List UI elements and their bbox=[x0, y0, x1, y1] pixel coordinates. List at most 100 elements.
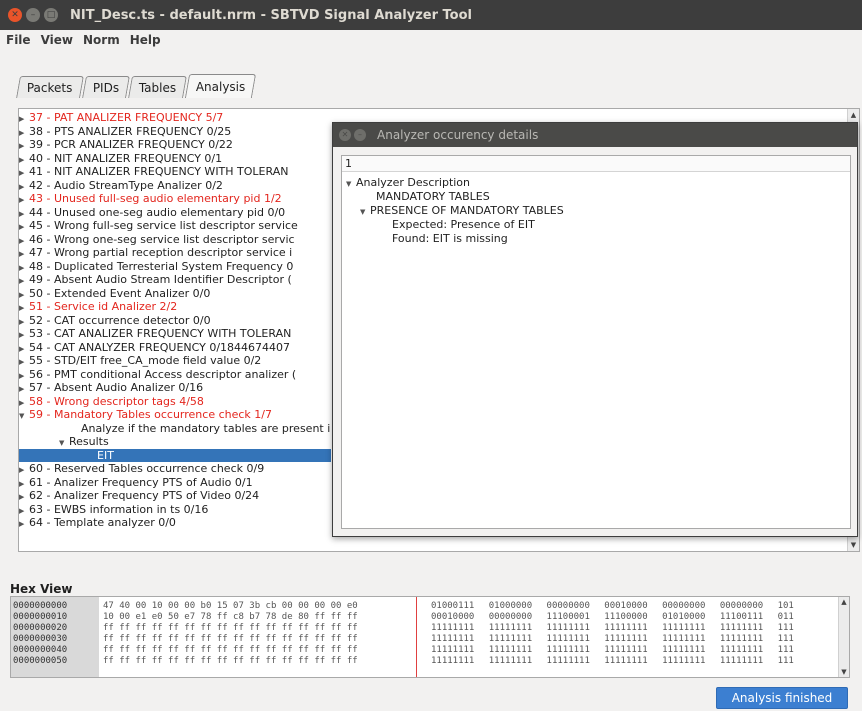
tree-item[interactable]: ▶ 40 - NIT ANALIZER FREQUENCY 0/1 bbox=[19, 152, 222, 165]
tree-item[interactable]: ▶ 50 - Extended Event Analizer 0/0 bbox=[19, 287, 210, 300]
scroll-down-icon[interactable]: ▼ bbox=[848, 539, 859, 551]
hex-row[interactable]: 0000000020 ff ff ff ff ff ff ff ff ff ff … bbox=[11, 623, 841, 633]
hex-row[interactable]: 0000000050 ff ff ff ff ff ff ff ff ff ff … bbox=[11, 656, 841, 666]
hex-row[interactable]: 0000000000 47 40 00 10 00 00 b0 15 07 3b … bbox=[11, 601, 841, 611]
tree-item[interactable]: ▶ 38 - PTS ANALIZER FREQUENCY 0/25 bbox=[19, 125, 231, 138]
details-item[interactable]: Expected: Presence of EIT bbox=[392, 218, 535, 232]
details-item-label: PRESENCE OF MANDATORY TABLES bbox=[370, 204, 564, 217]
tree-item[interactable]: ▼ 59 - Mandatory Tables occurrence check … bbox=[19, 408, 272, 421]
hex-offset: 0000000030 bbox=[13, 634, 68, 644]
details-column-header[interactable]: 1 bbox=[342, 156, 850, 172]
hex-binary: 11111111 11111111 11111111 11111111 1111… bbox=[431, 645, 794, 655]
hex-view[interactable]: 0000000000 47 40 00 10 00 00 b0 15 07 3b … bbox=[10, 596, 850, 678]
tree-item[interactable]: ▶ 39 - PCR ANALIZER FREQUENCY 0/22 bbox=[19, 138, 233, 151]
hex-offset: 0000000000 bbox=[13, 601, 68, 611]
tree-item-label: 50 - Extended Event Analizer 0/0 bbox=[29, 286, 211, 300]
tree-item[interactable]: ▶ 57 - Absent Audio Analizer 0/16 bbox=[19, 381, 203, 394]
tree-item-label: Analyze if the mandatory tables are pres… bbox=[81, 421, 331, 435]
details-item-label: Analyzer Description bbox=[356, 176, 471, 189]
tree-item-label: 45 - Wrong full-seg service list descrip… bbox=[29, 219, 298, 232]
tab-packets[interactable]: Packets bbox=[16, 76, 84, 98]
tab-bar: Packets PIDs Tables Analysis bbox=[16, 74, 257, 98]
dialog-title: Analyzer occurency details bbox=[377, 128, 539, 142]
tree-item[interactable]: ▶ 42 - Audio StreamType Analizer 0/2 bbox=[19, 179, 223, 192]
tree-item-label: 62 - Analizer Frequency PTS of Video 0/2… bbox=[29, 489, 260, 502]
menu-view[interactable]: View bbox=[36, 33, 78, 47]
tree-item-label: 38 - PTS ANALIZER FREQUENCY 0/25 bbox=[29, 124, 232, 138]
hex-row[interactable]: 0000000010 10 00 e1 e0 50 e7 78 ff c8 b7 … bbox=[11, 612, 841, 622]
tab-label: Analysis bbox=[196, 79, 246, 94]
details-item[interactable]: MANDATORY TABLES bbox=[376, 190, 490, 204]
details-tree[interactable]: 1 ▼ Analyzer Description MANDATORY TABLES ▼… bbox=[341, 155, 851, 529]
hex-row[interactable]: 0000000030 ff ff ff ff ff ff ff ff ff ff … bbox=[11, 634, 841, 644]
tree-item[interactable]: ▶ 52 - CAT occurrence detector 0/0 bbox=[19, 314, 211, 327]
tree-item[interactable]: ▶ 61 - Analizer Frequency PTS of Audio 0/… bbox=[19, 476, 253, 489]
hex-bytes: 10 00 e1 e0 50 e7 78 ff c8 b7 78 de 80 f… bbox=[103, 612, 358, 622]
hex-scrollbar[interactable]: ▲ ▼ bbox=[838, 597, 849, 677]
tree-item[interactable]: ▼ Results bbox=[19, 435, 109, 448]
tree-item[interactable]: ▶ 41 - NIT ANALIZER FREQUENCY WITH TOLERA… bbox=[19, 165, 288, 178]
dialog-close-icon[interactable]: ✕ bbox=[339, 129, 351, 141]
menu-norm[interactable]: Norm bbox=[78, 33, 125, 47]
tree-item[interactable]: ▶ 45 - Wrong full-seg service list descri… bbox=[19, 219, 298, 232]
tree-item[interactable]: ▶ 51 - Service id Analizer 2/2 bbox=[19, 300, 177, 313]
maximize-window-icon[interactable]: □ bbox=[44, 8, 58, 22]
hex-row[interactable]: 0000000040 ff ff ff ff ff ff ff ff ff ff … bbox=[11, 645, 841, 655]
tree-item-label: Results bbox=[69, 435, 109, 448]
tab-analysis[interactable]: Analysis bbox=[184, 74, 257, 98]
tree-item[interactable]: ▶ 49 - Absent Audio Stream Identifier Des… bbox=[19, 273, 292, 286]
tree-item[interactable]: ▶ 55 - STD/EIT free_CA_mode field value 0… bbox=[19, 354, 261, 367]
minimize-window-icon[interactable]: – bbox=[26, 8, 40, 22]
tree-item[interactable]: ▶ 43 - Unused full-seg audio elementary p… bbox=[19, 192, 282, 205]
tree-item-label: EIT bbox=[97, 448, 114, 462]
tree-item-label: 49 - Absent Audio Stream Identifier Desc… bbox=[29, 273, 292, 286]
menu-help[interactable]: Help bbox=[125, 33, 166, 47]
menu-file[interactable]: File bbox=[0, 33, 36, 47]
dialog-title-bar: ✕ – Analyzer occurency details bbox=[333, 123, 857, 147]
tree-item[interactable]: ▶ 62 - Analizer Frequency PTS of Video 0/… bbox=[19, 489, 259, 502]
dialog-minimize-icon[interactable]: – bbox=[354, 129, 366, 141]
scroll-up-icon[interactable]: ▲ bbox=[839, 597, 849, 607]
close-window-icon[interactable]: ✕ bbox=[8, 8, 22, 22]
tree-item-label: 57 - Absent Audio Analizer 0/16 bbox=[29, 381, 204, 394]
scroll-up-icon[interactable]: ▲ bbox=[848, 109, 859, 121]
expand-down-icon[interactable]: ▼ bbox=[346, 177, 356, 191]
analysis-status-button[interactable]: Analysis finished bbox=[716, 687, 848, 709]
expand-down-icon[interactable]: ▼ bbox=[360, 205, 370, 219]
tree-item[interactable]: ▶ 64 - Template analyzer 0/0 bbox=[19, 516, 176, 529]
hex-view-label: Hex View bbox=[10, 582, 73, 596]
tree-item[interactable]: ▶ 37 - PAT ANALIZER FREQUENCY 5/7 bbox=[19, 111, 223, 124]
hex-binary: 01000111 01000000 00000000 00010000 0000… bbox=[431, 601, 794, 611]
details-item[interactable]: ▼ PRESENCE OF MANDATORY TABLES bbox=[360, 204, 564, 218]
tree-item-label: 47 - Wrong partial reception descriptor … bbox=[29, 246, 293, 259]
hex-binary: 00010000 00000000 11100001 11100000 0101… bbox=[431, 612, 794, 622]
tree-item-label: 46 - Wrong one-seg service list descript… bbox=[29, 232, 295, 246]
hex-bytes: ff ff ff ff ff ff ff ff ff ff ff ff ff f… bbox=[103, 656, 358, 666]
tree-item[interactable]: ▶ 54 - CAT ANALYZER FREQUENCY 0/184467440… bbox=[19, 341, 290, 354]
tab-pids[interactable]: PIDs bbox=[81, 76, 130, 98]
hex-bytes: ff ff ff ff ff ff ff ff ff ff ff ff ff f… bbox=[103, 634, 358, 644]
tree-item[interactable]: ▶ 47 - Wrong partial reception descriptor… bbox=[19, 246, 292, 259]
tree-item-label: 53 - CAT ANALIZER FREQUENCY WITH TOLERAN bbox=[29, 327, 292, 340]
scroll-down-icon[interactable]: ▼ bbox=[839, 667, 849, 677]
tree-item[interactable]: ▶ 48 - Duplicated Terresterial System Fre… bbox=[19, 260, 293, 273]
tree-item[interactable]: Analyze if the mandatory tables are pres… bbox=[19, 422, 330, 435]
details-item[interactable]: Found: EIT is missing bbox=[392, 232, 508, 246]
hex-binary: 11111111 11111111 11111111 11111111 1111… bbox=[431, 623, 794, 633]
tree-item[interactable]: ▶ 46 - Wrong one-seg service list descrip… bbox=[19, 233, 295, 246]
tree-item[interactable]: EIT bbox=[19, 448, 331, 462]
tree-item-label: 48 - Duplicated Terresterial System Freq… bbox=[29, 259, 294, 273]
hex-binary: 11111111 11111111 11111111 11111111 1111… bbox=[431, 634, 794, 644]
details-item[interactable]: ▼ Analyzer Description bbox=[346, 176, 470, 190]
hex-offset: 0000000020 bbox=[13, 623, 68, 633]
expand-right-icon[interactable]: ▶ bbox=[19, 518, 29, 531]
tree-item-label: 55 - STD/EIT free_CA_mode field value 0/… bbox=[29, 354, 262, 367]
tree-item[interactable]: ▶ 63 - EWBS information in ts 0/16 bbox=[19, 503, 208, 516]
tree-item[interactable]: ▶ 56 - PMT conditional Access descriptor … bbox=[19, 368, 296, 381]
tree-item-label: 56 - PMT conditional Access descriptor a… bbox=[29, 367, 297, 381]
tree-item[interactable]: ▶ 58 - Wrong descriptor tags 4/58 bbox=[19, 395, 204, 408]
tab-tables[interactable]: Tables bbox=[127, 76, 188, 98]
tree-item[interactable]: ▶ 60 - Reserved Tables occurrence check 0… bbox=[19, 462, 264, 475]
tree-item[interactable]: ▶ 44 - Unused one-seg audio elementary pi… bbox=[19, 206, 285, 219]
tree-item[interactable]: ▶ 53 - CAT ANALIZER FREQUENCY WITH TOLERA… bbox=[19, 327, 291, 340]
